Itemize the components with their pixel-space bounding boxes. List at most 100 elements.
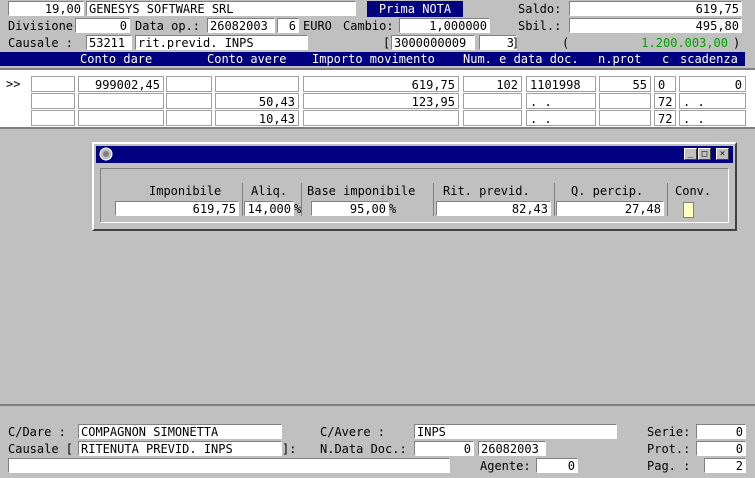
aliq-field[interactable]: 14,000: [244, 201, 294, 216]
conv-checkbox[interactable]: [683, 202, 694, 218]
column-header-bar: Conto dare Conto avere Importo movimento…: [0, 52, 745, 66]
cambio-label: Cambio:: [343, 19, 394, 33]
row-data-cell[interactable]: . .: [526, 110, 596, 126]
imponibile-label: Imponibile: [149, 184, 222, 198]
divisione-label: Divisione:: [8, 19, 81, 33]
dialog-titlebar[interactable]: _ □ ×: [96, 146, 733, 163]
row-num-cell[interactable]: 102: [463, 76, 522, 92]
row-importo-cell[interactable]: 123,95: [303, 93, 459, 109]
row-cell-blank[interactable]: [166, 110, 212, 126]
row-data-cell[interactable]: 1101998: [526, 76, 596, 92]
footer-causale-label: Causale [: [8, 442, 74, 456]
col-conto-dare: Conto dare: [80, 52, 153, 66]
base-label: Base imponibile: [307, 184, 416, 198]
euro-label: EURO: [303, 19, 332, 33]
row-cell-blank[interactable]: [166, 93, 212, 109]
divider: [433, 183, 434, 216]
row-scad-cell[interactable]: . .: [679, 110, 746, 126]
col-num-data: Num. e data doc.: [463, 52, 579, 66]
prot-label: Prot.:: [647, 442, 691, 456]
ref-open-bracket: [: [383, 36, 391, 50]
aliq-unit: %: [294, 202, 302, 216]
causale-code-field[interactable]: 53211: [86, 35, 132, 50]
col-importo: Importo movimento: [312, 52, 435, 66]
data-op-extra-field[interactable]: 6: [277, 18, 299, 33]
aliq-label: Aliq.: [251, 184, 288, 198]
causale-label: Causale :: [8, 36, 74, 50]
balance-total: 1.200.003,00: [641, 36, 728, 50]
row-dare-cell[interactable]: [78, 93, 164, 109]
row-num-cell[interactable]: [463, 110, 522, 126]
base-field[interactable]: 95,00: [311, 201, 389, 216]
agente-label: Agente:: [480, 459, 531, 473]
ritenuta-dialog: _ □ × Imponibile 619,75 Aliq. 14,000 % B…: [92, 142, 737, 231]
row-num-cell[interactable]: [463, 93, 522, 109]
cavere-field: INPS: [414, 424, 617, 439]
row-dare-cell[interactable]: 999002,45: [78, 76, 164, 92]
qpercip-field[interactable]: 27,48: [556, 201, 664, 216]
row-cell-blank[interactable]: [31, 110, 75, 126]
row-c-cell[interactable]: 72: [654, 93, 676, 109]
footer-causale-field: RITENUTA PREVID. INPS: [78, 441, 282, 456]
row-marker: >>: [3, 76, 31, 92]
rit-label: Rit. previd.: [443, 184, 530, 198]
divisione-field[interactable]: 0: [75, 18, 130, 33]
causale-desc-field[interactable]: rit.previd. INPS: [135, 35, 308, 50]
divider: [554, 183, 555, 216]
row-importo-cell[interactable]: [303, 110, 459, 126]
entry-grid: >> 999002,45 619,75 102 1101998 55 0 0 5…: [0, 70, 755, 128]
row-c-cell[interactable]: 0: [654, 76, 676, 92]
cambio-field[interactable]: 1,000000: [399, 18, 490, 33]
cavere-label: C/Avere :: [320, 425, 386, 439]
grid-bottom-separator: [0, 127, 755, 129]
row-cell-blank[interactable]: [166, 76, 212, 92]
serie-field: 0: [696, 424, 746, 439]
base-unit: %: [389, 202, 397, 216]
serie-label: Serie:: [647, 425, 691, 439]
maximize-icon[interactable]: □: [698, 148, 711, 160]
dialog-body: Imponibile 619,75 Aliq. 14,000 % Base im…: [100, 168, 729, 223]
ref-field[interactable]: 3000000009: [391, 35, 475, 50]
saldo-label: Saldo:: [518, 2, 562, 16]
app-icon: [99, 147, 113, 161]
sbil-value: 495,80: [569, 18, 742, 33]
saldo-value: 619,75: [569, 1, 742, 16]
minimize-icon[interactable]: _: [684, 148, 697, 160]
paren-close: ): [733, 36, 741, 50]
row-scad-cell[interactable]: 0: [679, 76, 746, 92]
row-prot-cell[interactable]: [599, 93, 651, 109]
data-op-label: Data op.:: [135, 19, 201, 33]
footer-causale-close: ]:: [282, 442, 297, 456]
paren-open: (: [562, 36, 570, 50]
data-op-field[interactable]: 26082003: [207, 18, 275, 33]
pag-label: Pag. :: [647, 459, 691, 473]
row-importo-cell[interactable]: 619,75: [303, 76, 459, 92]
prot-field: 0: [696, 441, 746, 456]
divider: [667, 183, 668, 216]
row-cell-blank[interactable]: [31, 93, 75, 109]
row-avere-cell[interactable]: [215, 76, 299, 92]
company-field: GENESYS SOFTWARE SRL: [86, 1, 356, 16]
footer-note-field: [8, 458, 450, 473]
row-avere-cell[interactable]: 10,43: [215, 110, 299, 126]
col-scadenza: scadenza: [680, 52, 738, 66]
close-icon[interactable]: ×: [716, 148, 729, 160]
row-cell-blank[interactable]: [31, 76, 75, 92]
ndata-date-field: 26082003: [478, 441, 546, 456]
row-prot-cell[interactable]: 55: [599, 76, 651, 92]
row-c-cell[interactable]: 72: [654, 110, 676, 126]
rit-field[interactable]: 82,43: [436, 201, 551, 216]
sbil-label: Sbil.:: [518, 19, 562, 33]
row-dare-cell[interactable]: [78, 110, 164, 126]
row-avere-cell[interactable]: 50,43: [215, 93, 299, 109]
imponibile-field[interactable]: 619,75: [115, 201, 239, 216]
ndata-label: N.Data Doc.:: [320, 442, 407, 456]
col-conto-avere: Conto avere: [207, 52, 287, 66]
row-prot-cell[interactable]: [599, 110, 651, 126]
conv-label: Conv.: [675, 184, 712, 198]
row-data-cell[interactable]: . .: [526, 93, 596, 109]
code-field[interactable]: 19,00: [8, 1, 84, 16]
col-nprot: n.prot: [598, 52, 642, 66]
row-scad-cell[interactable]: . .: [679, 93, 746, 109]
page-title: Prima NOTA: [367, 1, 463, 17]
